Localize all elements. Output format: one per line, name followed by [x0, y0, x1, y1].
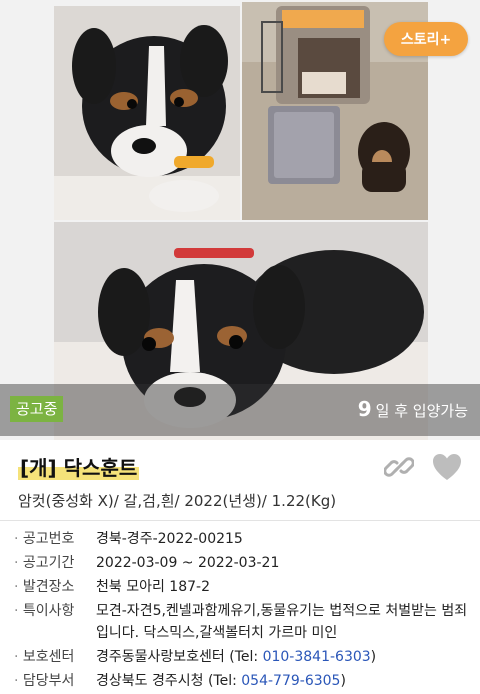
- link-icon[interactable]: [384, 452, 414, 482]
- shelter-info: 경주동물사랑보호센터 (Tel: 010-3841-6303): [96, 646, 470, 668]
- details-list: 공고번호 경북-경주-2022-00215 공고기간 2022-03-09 ~ …: [14, 528, 470, 694]
- shelter-phone-link[interactable]: 010-3841-6303: [263, 649, 371, 665]
- tel-prefix: (Tel:: [229, 649, 263, 665]
- notice-period: 2022-03-09 ~ 2022-03-21: [96, 555, 280, 571]
- tel-suffix: ): [340, 673, 346, 689]
- status-badge: 공고중: [10, 396, 64, 422]
- detail-key: 특이사항: [14, 600, 96, 644]
- days-count: 9: [357, 397, 372, 421]
- animal-type: [개]: [20, 456, 57, 480]
- story-button[interactable]: 스토리+: [384, 22, 468, 56]
- detail-row-department: 담당부서 경상북도 경주시청 (Tel: 054-779-6305): [14, 670, 470, 692]
- days-text: 일 후 입양가능: [375, 402, 468, 420]
- detail-row-location: 발견장소 천북 모아리 187-2: [14, 576, 470, 598]
- detail-row-notes: 특이사항 모견-자견5,켄넬과함께유기,동물유기는 법적으로 처벌받는 범죄입니…: [14, 600, 470, 644]
- tel-suffix: ): [370, 649, 377, 665]
- department-phone-link[interactable]: 054-779-6305: [241, 673, 340, 689]
- page-title: [개] 닥스훈트: [18, 452, 140, 481]
- action-icons: [384, 452, 462, 482]
- divider: [0, 520, 480, 521]
- detail-key: 공고번호: [14, 528, 96, 550]
- tel-prefix: (Tel:: [207, 673, 242, 689]
- detail-key: 발견장소: [14, 576, 96, 598]
- animal-summary: 암컷(중성화 X)/ 갈,검,흰/ 2022(년생)/ 1.22(Kg): [18, 492, 337, 510]
- department-info: 경상북도 경주시청 (Tel: 054-779-6305): [96, 670, 470, 692]
- detail-row-period: 공고기간 2022-03-09 ~ 2022-03-21: [14, 552, 470, 574]
- shelter-name: 경주동물사랑보호센터: [96, 649, 225, 665]
- detail-row-notice-id: 공고번호 경북-경주-2022-00215: [14, 528, 470, 550]
- department-name: 경상북도 경주시청: [96, 673, 204, 689]
- detail-key: 보호센터: [14, 646, 96, 668]
- heart-icon[interactable]: [432, 453, 462, 481]
- adoption-availability: 9일 후 입양가능: [358, 396, 468, 424]
- detail-key: 공고기간: [14, 552, 96, 574]
- puppy-photo-1[interactable]: [54, 6, 240, 220]
- found-location: 천북 모아리 187-2: [96, 579, 210, 595]
- notice-id: 경북-경주-2022-00215: [96, 531, 243, 547]
- special-notes: 모견-자견5,켄넬과함께유기,동물유기는 법적으로 처벌받는 범죄입니다. 닥스…: [96, 603, 468, 641]
- photo-gallery[interactable]: 공고중 9일 후 입양가능: [0, 0, 480, 440]
- breed-name: 닥스훈트: [63, 456, 138, 480]
- detail-row-shelter: 보호센터 경주동물사랑보호센터 (Tel: 010-3841-6303): [14, 646, 470, 668]
- detail-key: 담당부서: [14, 670, 96, 692]
